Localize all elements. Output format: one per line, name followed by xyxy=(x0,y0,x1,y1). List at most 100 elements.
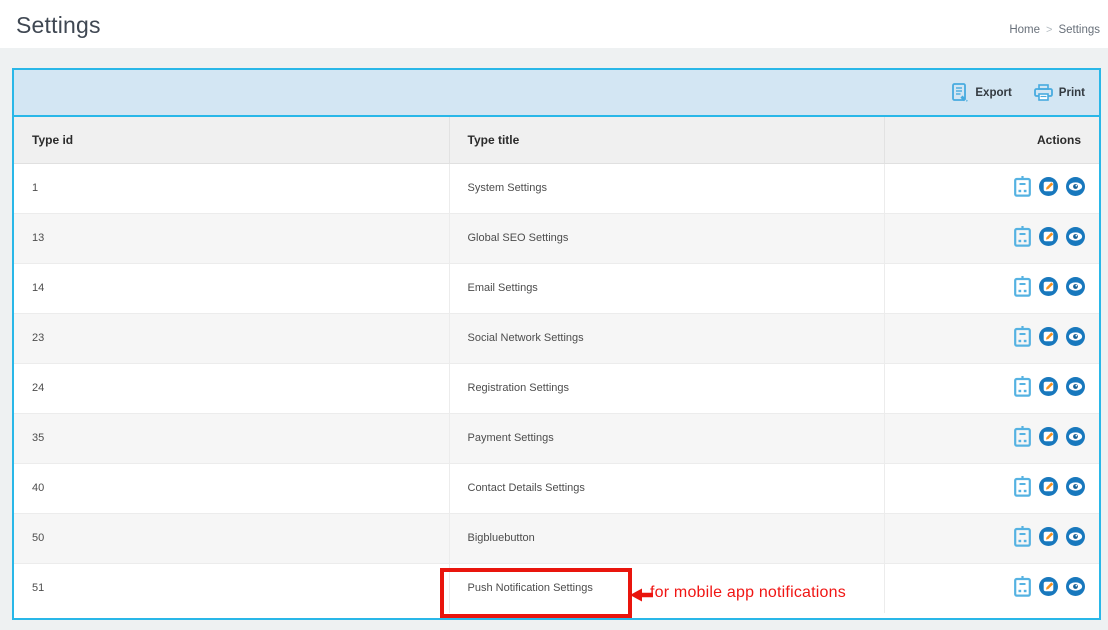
clipboard-action-button[interactable] xyxy=(1014,276,1031,297)
settings-panel: Export Print Type id Type title Actions … xyxy=(12,68,1101,620)
edit-action-button[interactable] xyxy=(1039,527,1058,546)
view-action-button[interactable] xyxy=(1066,227,1085,246)
clipboard-action-button[interactable] xyxy=(1014,226,1031,247)
view-action-button[interactable] xyxy=(1066,577,1085,596)
clipboard-action-button[interactable] xyxy=(1014,576,1031,597)
view-action-button[interactable] xyxy=(1066,327,1085,346)
table-body: 1 System Settings xyxy=(14,163,1099,613)
edit-icon xyxy=(1039,277,1058,296)
edit-icon xyxy=(1039,327,1058,346)
table-row: 23 Social Network Settings xyxy=(14,313,1099,363)
breadcrumb-separator: > xyxy=(1046,24,1052,36)
export-button-label: Export xyxy=(975,87,1011,99)
table-row: 35 Payment Settings xyxy=(14,413,1099,463)
cell-type-title: Social Network Settings xyxy=(449,313,884,363)
row-actions xyxy=(1014,576,1085,597)
edit-action-button[interactable] xyxy=(1039,377,1058,396)
cell-actions xyxy=(884,163,1099,213)
cell-type-id: 40 xyxy=(14,463,449,513)
cell-type-id: 1 xyxy=(14,163,449,213)
eye-icon xyxy=(1066,177,1085,196)
table-row: 13 Global SEO Settings xyxy=(14,213,1099,263)
row-actions xyxy=(1014,326,1085,347)
breadcrumb: Home > Settings xyxy=(1009,24,1100,36)
cell-actions xyxy=(884,363,1099,413)
row-actions xyxy=(1014,526,1085,547)
cell-type-title: System Settings xyxy=(449,163,884,213)
clipboard-action-button[interactable] xyxy=(1014,426,1031,447)
row-actions xyxy=(1014,426,1085,447)
eye-icon xyxy=(1066,527,1085,546)
cell-type-id: 23 xyxy=(14,313,449,363)
table-row: 40 Contact Details Settings xyxy=(14,463,1099,513)
edit-action-button[interactable] xyxy=(1039,427,1058,446)
print-button-label: Print xyxy=(1059,87,1085,99)
edit-action-button[interactable] xyxy=(1039,177,1058,196)
edit-icon xyxy=(1039,527,1058,546)
cell-actions xyxy=(884,313,1099,363)
eye-icon xyxy=(1066,327,1085,346)
edit-icon xyxy=(1039,477,1058,496)
cell-type-id: 51 xyxy=(14,563,449,613)
topbar: Settings Home > Settings xyxy=(0,0,1108,48)
column-header-type-id: Type id xyxy=(14,117,449,163)
edit-action-button[interactable] xyxy=(1039,477,1058,496)
eye-icon xyxy=(1066,577,1085,596)
cell-type-title: Registration Settings xyxy=(449,363,884,413)
cell-type-id: 35 xyxy=(14,413,449,463)
view-action-button[interactable] xyxy=(1066,177,1085,196)
breadcrumb-home-link[interactable]: Home xyxy=(1009,24,1040,36)
eye-icon xyxy=(1066,377,1085,396)
column-header-actions: Actions xyxy=(884,117,1099,163)
export-button[interactable]: Export xyxy=(952,83,1011,102)
edit-icon xyxy=(1039,377,1058,396)
printer-icon xyxy=(1034,84,1053,101)
cell-type-title: Bigbluebutton xyxy=(449,513,884,563)
row-actions xyxy=(1014,176,1085,197)
clipboard-icon xyxy=(1014,226,1031,247)
edit-action-button[interactable] xyxy=(1039,277,1058,296)
table-row: 1 System Settings xyxy=(14,163,1099,213)
settings-table: Type id Type title Actions 1 System Sett… xyxy=(14,117,1099,613)
annotation-label: for mobile app notifications xyxy=(650,584,846,602)
table-toolbar: Export Print xyxy=(14,70,1099,117)
column-header-type-title: Type title xyxy=(449,117,884,163)
print-button[interactable]: Print xyxy=(1034,84,1085,101)
clipboard-action-button[interactable] xyxy=(1014,526,1031,547)
cell-actions xyxy=(884,263,1099,313)
clipboard-icon xyxy=(1014,576,1031,597)
view-action-button[interactable] xyxy=(1066,277,1085,296)
row-actions xyxy=(1014,276,1085,297)
table-header-row: Type id Type title Actions xyxy=(14,117,1099,163)
cell-type-id: 24 xyxy=(14,363,449,413)
cell-actions xyxy=(884,413,1099,463)
cell-type-title: Payment Settings xyxy=(449,413,884,463)
row-actions xyxy=(1014,476,1085,497)
clipboard-action-button[interactable] xyxy=(1014,326,1031,347)
table-row: 14 Email Settings xyxy=(14,263,1099,313)
edit-action-button[interactable] xyxy=(1039,227,1058,246)
clipboard-icon xyxy=(1014,376,1031,397)
view-action-button[interactable] xyxy=(1066,377,1085,396)
view-action-button[interactable] xyxy=(1066,427,1085,446)
edit-icon xyxy=(1039,427,1058,446)
cell-type-title: Contact Details Settings xyxy=(449,463,884,513)
table-row: 51 Push Notification Settings xyxy=(14,563,1099,613)
clipboard-icon xyxy=(1014,476,1031,497)
page-title: Settings xyxy=(16,12,101,39)
cell-actions xyxy=(884,213,1099,263)
edit-action-button[interactable] xyxy=(1039,327,1058,346)
table-row: 50 Bigbluebutton xyxy=(14,513,1099,563)
breadcrumb-current: Settings xyxy=(1058,24,1100,36)
cell-type-id: 13 xyxy=(14,213,449,263)
view-action-button[interactable] xyxy=(1066,477,1085,496)
clipboard-action-button[interactable] xyxy=(1014,376,1031,397)
edit-action-button[interactable] xyxy=(1039,577,1058,596)
view-action-button[interactable] xyxy=(1066,527,1085,546)
clipboard-icon xyxy=(1014,526,1031,547)
clipboard-action-button[interactable] xyxy=(1014,176,1031,197)
clipboard-action-button[interactable] xyxy=(1014,476,1031,497)
cell-actions xyxy=(884,513,1099,563)
cell-type-title: Email Settings xyxy=(449,263,884,313)
eye-icon xyxy=(1066,277,1085,296)
